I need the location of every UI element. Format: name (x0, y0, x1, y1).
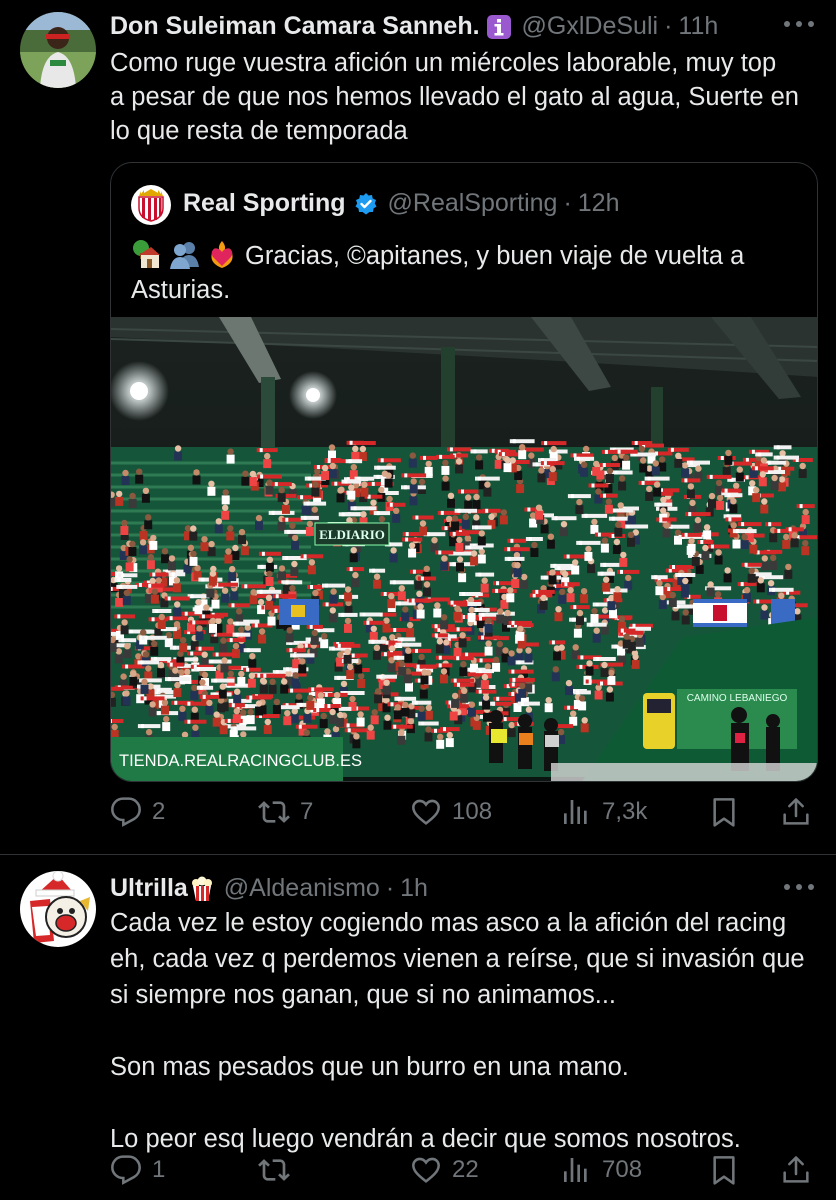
retweet-icon (258, 1159, 290, 1181)
separator-dot: · (664, 12, 673, 40)
separator-dot: · (563, 189, 572, 217)
eldiario-sign: ELDIARIO (319, 527, 385, 542)
tweet-1-header: Don Suleiman Camara Sanneh. @GxlDeSuli ·… (110, 12, 718, 41)
like-button[interactable]: 22 (410, 1154, 479, 1186)
heart-icon (412, 799, 440, 825)
share-button[interactable] (780, 1154, 812, 1186)
house-with-garden-emoji-icon (131, 239, 161, 269)
bookmark-button[interactable] (708, 796, 740, 828)
reply-button[interactable]: 2 (110, 796, 165, 828)
views-chart-icon (564, 1158, 587, 1182)
stadium-photo[interactable]: ELDIARIO CAMINO LEBANIEGO TIENDA.REALRAC… (111, 317, 817, 781)
share-icon (783, 1156, 809, 1183)
bookmark-button[interactable] (708, 1154, 740, 1186)
views-count: 708 (602, 1156, 643, 1183)
timestamp[interactable]: 11h (678, 12, 718, 41)
reply-icon (111, 797, 141, 827)
author-handle[interactable]: @Aldeanismo (224, 874, 380, 903)
tweet-2[interactable]: Ultrilla @Aldeanismo · 1h Cada vez le es… (0, 855, 836, 1200)
heart-on-fire-emoji-icon (207, 239, 237, 269)
like-count: 22 (452, 1156, 479, 1183)
camino-lebaniego-sign: CAMINO LEBANIEGO (687, 693, 788, 704)
quoted-author-name[interactable]: Real Sporting (183, 189, 346, 218)
retweet-count: 7 (300, 798, 314, 825)
avatar-gxldesuli[interactable] (20, 12, 96, 88)
like-count: 108 (452, 798, 493, 825)
quoted-author-handle[interactable]: @RealSporting (388, 189, 558, 218)
author-handle[interactable]: @GxlDeSuli (522, 12, 659, 41)
real-sporting-logo[interactable] (131, 185, 171, 225)
tweet-1[interactable]: Don Suleiman Camara Sanneh. @GxlDeSuli ·… (0, 0, 836, 850)
reply-count: 1 (152, 1156, 166, 1183)
bookmark-icon (713, 798, 735, 827)
more-options-icon[interactable] (784, 877, 814, 897)
retweet-button[interactable]: 7 (258, 796, 313, 828)
tweet-2-header: Ultrilla @Aldeanismo · 1h (110, 874, 428, 903)
separator-dot: · (385, 874, 395, 902)
tweet-2-text: Cada vez le estoy cogiendo mas asco a la… (110, 909, 805, 1153)
share-icon (783, 798, 809, 825)
tienda-banner-text: TIENDA.REALRACINGCLUB.ES (119, 752, 362, 770)
heart-icon (412, 1157, 440, 1183)
views-button[interactable]: 7,3k (560, 796, 647, 828)
tweet-2-actions: 1 22 708 (110, 1150, 816, 1190)
retweet-button[interactable] (258, 1154, 300, 1186)
bookmark-icon (713, 1156, 735, 1185)
views-chart-icon (564, 800, 587, 824)
quoted-tweet[interactable]: Real Sporting @RealSporting · 12h Gracia… (110, 162, 818, 782)
tweet-1-actions: 2 7 108 7,3k (110, 792, 816, 832)
avatar-aldeanismo[interactable] (20, 871, 96, 947)
verified-badge-icon (354, 192, 378, 216)
timestamp[interactable]: 1h (400, 874, 428, 903)
views-count: 7,3k (602, 798, 648, 825)
like-button[interactable]: 108 (410, 796, 492, 828)
author-name[interactable]: Ultrilla (110, 874, 188, 903)
share-button[interactable] (780, 796, 812, 828)
reply-button[interactable]: 1 (110, 1154, 165, 1186)
quoted-tweet-header: Real Sporting @RealSporting · 12h (183, 189, 619, 218)
busts-in-silhouette-emoji-icon (169, 239, 199, 269)
more-options-icon[interactable] (784, 14, 814, 34)
tweet-1-text: Como ruge vuestra afición un miércoles l… (110, 49, 799, 145)
reply-icon (111, 1155, 141, 1185)
reply-count: 2 (152, 798, 166, 825)
retweet-icon (258, 801, 290, 823)
author-name[interactable]: Don Suleiman Camara Sanneh. (110, 12, 480, 41)
quoted-tweet-text: Gracias, ©apitanes, y buen viaje de vuel… (131, 239, 801, 307)
views-button[interactable]: 708 (560, 1154, 642, 1186)
quoted-timestamp[interactable]: 12h (578, 189, 620, 218)
info-badge-icon (486, 14, 512, 40)
popcorn-emoji-icon (190, 876, 214, 902)
